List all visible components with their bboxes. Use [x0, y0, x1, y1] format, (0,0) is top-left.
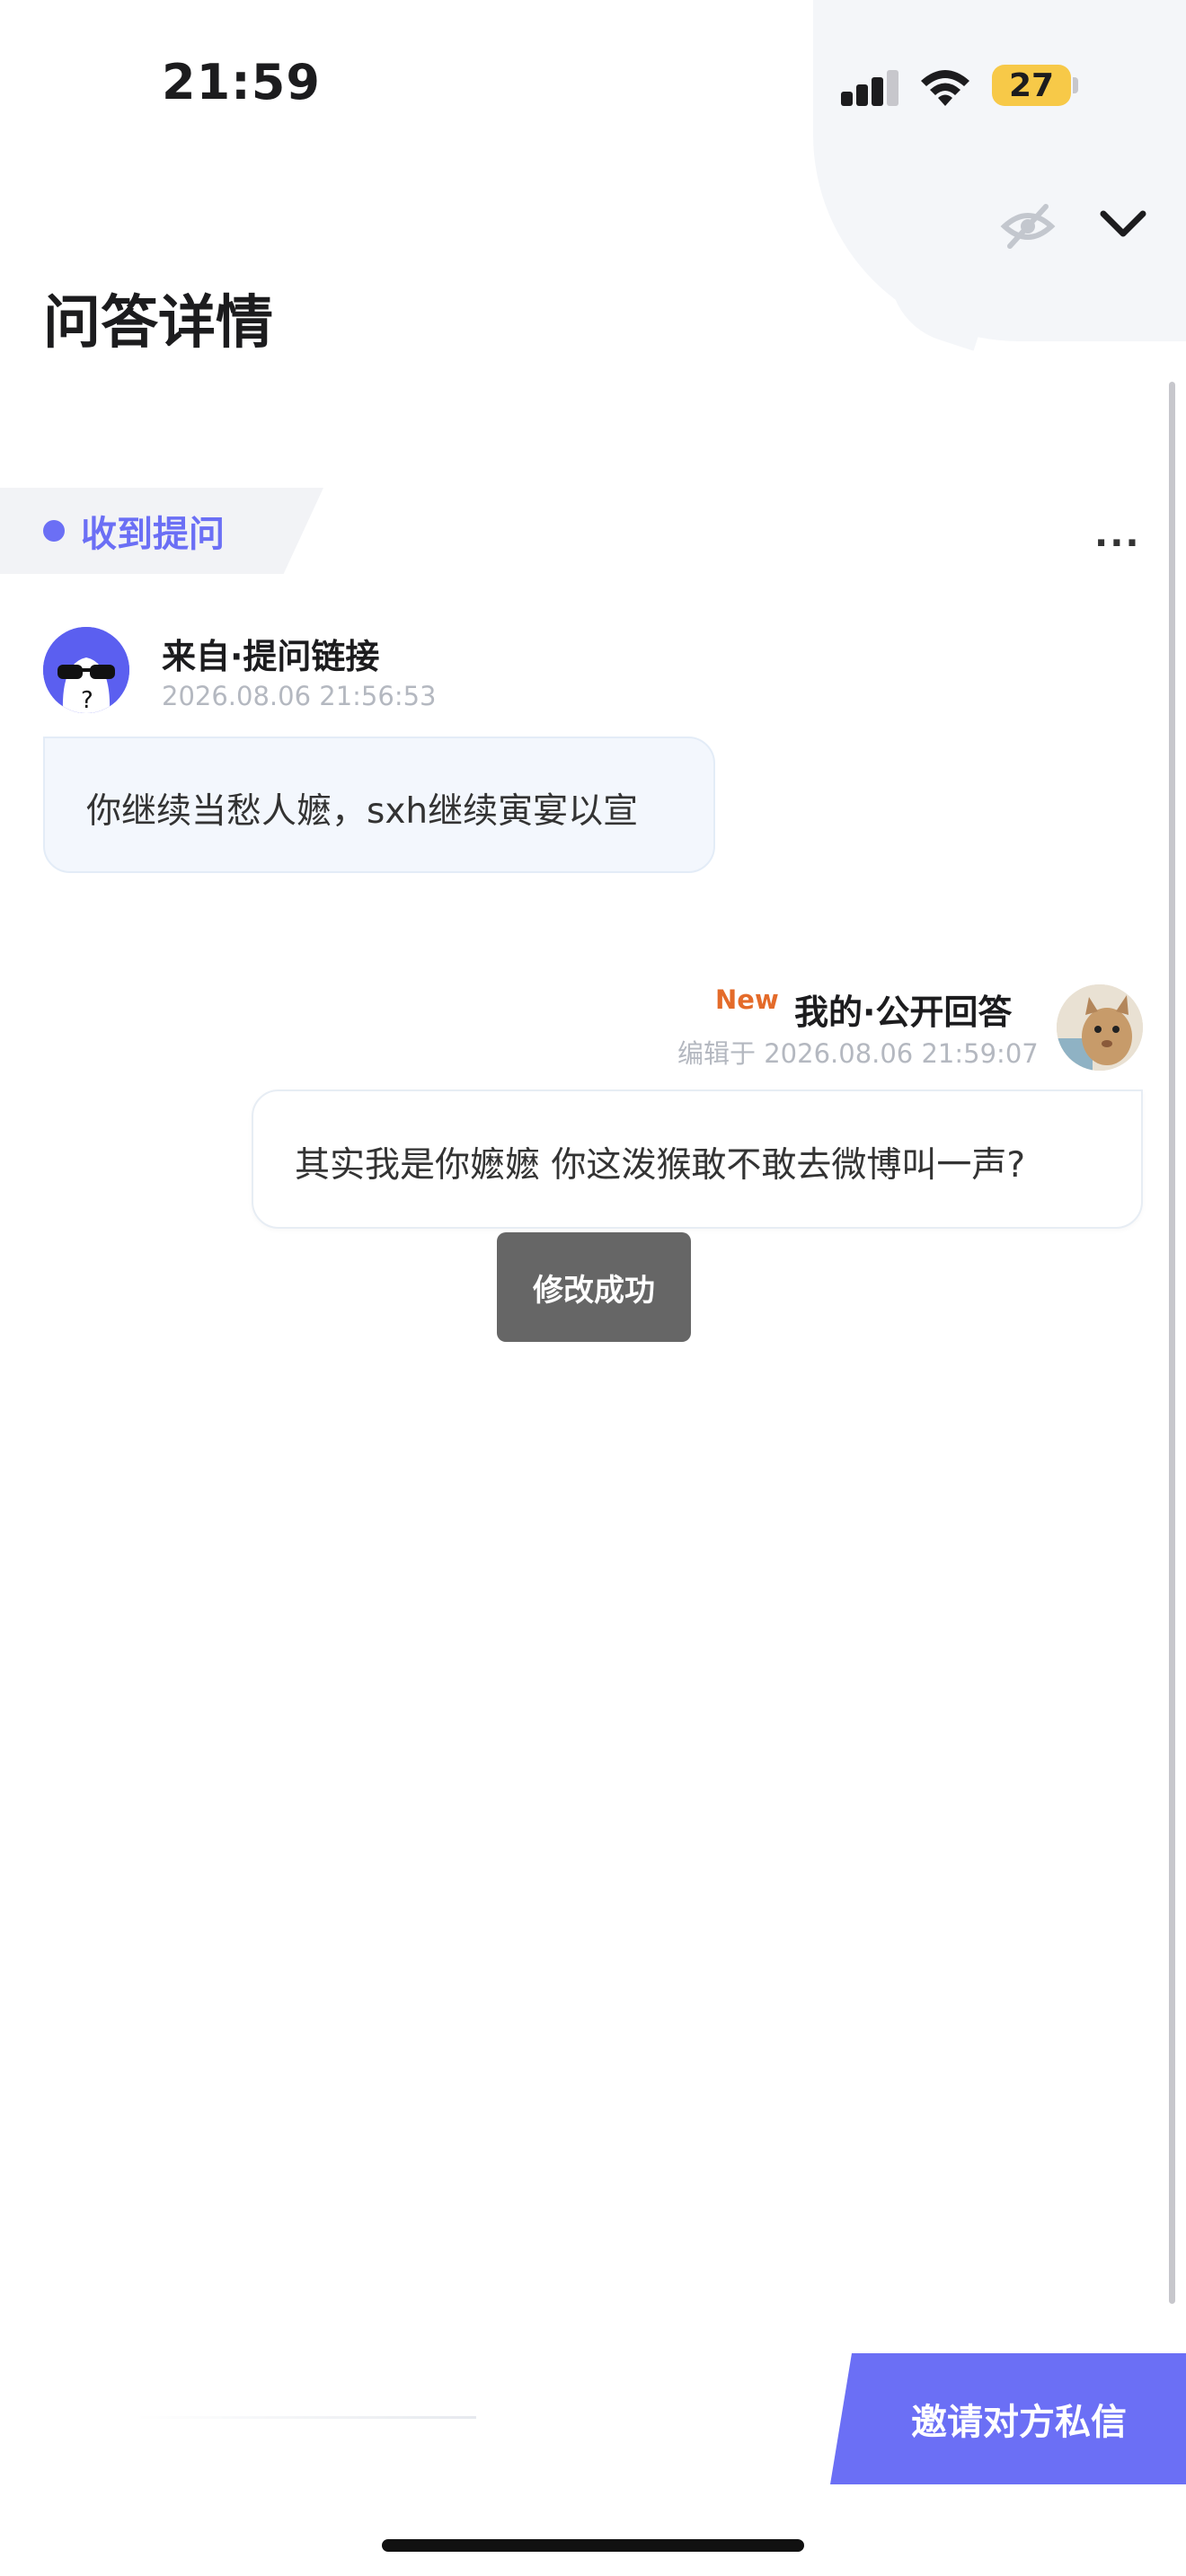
page-title: 问答详情: [43, 290, 273, 357]
decorative-bubble: [813, 0, 1186, 341]
scrollbar[interactable]: [1169, 382, 1175, 2304]
question-text: 你继续当愁人嬷，sxh继续寅宴以宣: [86, 791, 639, 832]
answerer-avatar[interactable]: [1057, 984, 1143, 1071]
answer-source: 我的·公开回答: [794, 992, 1013, 1032]
question-time: 2026.08.06 21:56:53: [162, 681, 437, 711]
answer-text: 其实我是你嬷嬷 你这泼猴敢不敢去微博叫一声?: [295, 1145, 1026, 1186]
success-toast: 修改成功: [497, 1232, 691, 1342]
wifi-icon: [918, 66, 972, 111]
status-time: 21:59: [162, 54, 321, 110]
invite-private-message-button[interactable]: 邀请对方私信: [830, 2353, 1186, 2484]
new-badge: New: [715, 984, 779, 1015]
more-dots-icon[interactable]: ...: [1094, 514, 1141, 555]
battery-indicator: 27: [992, 65, 1071, 106]
section-tag-label: 收到提问: [81, 514, 225, 555]
input-divider: [135, 2416, 476, 2419]
toast-text: 修改成功: [533, 1272, 655, 1309]
tag-dot: [43, 520, 65, 542]
eye-off-icon[interactable]: [999, 198, 1057, 259]
asker-source: 来自·提问链接: [162, 637, 380, 676]
battery-tip: [1073, 77, 1078, 93]
home-indicator[interactable]: [382, 2539, 804, 2552]
signal-icon: [841, 70, 898, 106]
answer-edited-time: 编辑于 2026.08.06 21:59:07: [677, 1038, 1039, 1069]
invite-button-label: 邀请对方私信: [911, 2402, 1127, 2443]
svg-text:?: ?: [81, 687, 93, 713]
chevron-down-icon[interactable]: [1098, 207, 1148, 246]
asker-avatar[interactable]: ?: [43, 627, 129, 713]
battery-level: 27: [1008, 66, 1055, 104]
